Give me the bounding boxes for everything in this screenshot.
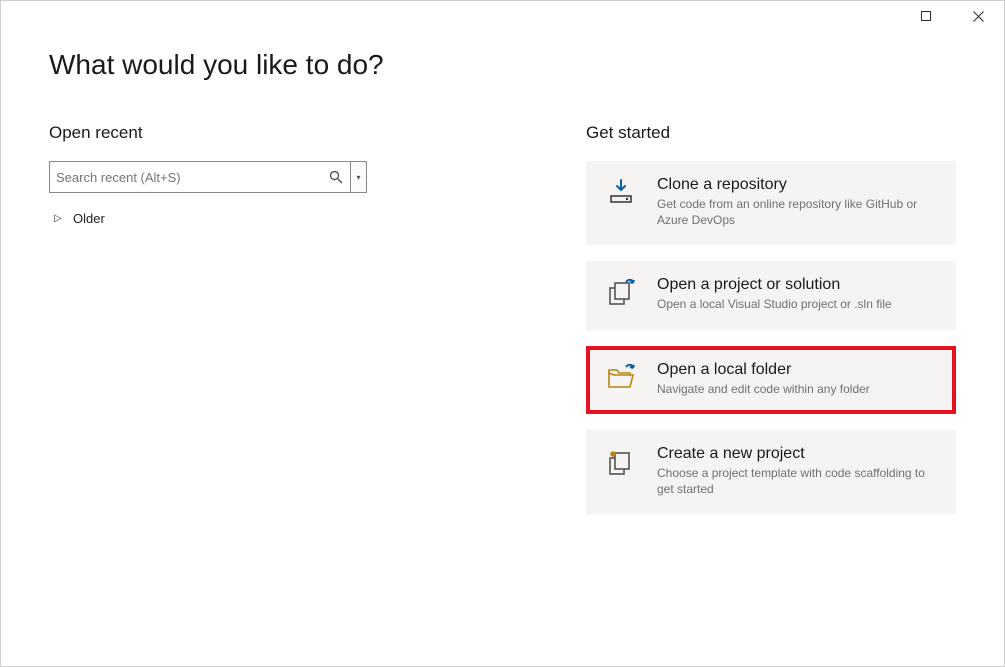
card-title: Create a new project (657, 445, 939, 463)
card-desc: Get code from an online repository like … (657, 196, 939, 228)
card-desc: Open a local Visual Studio project or .s… (657, 296, 939, 312)
chevron-down-icon: ▾ (356, 173, 360, 182)
project-icon (603, 276, 639, 312)
card-title: Open a project or solution (657, 276, 939, 294)
card-open-local-folder[interactable]: Open a local folder Navigate and edit co… (586, 346, 956, 414)
page-title: What would you like to do? (49, 49, 956, 81)
older-group[interactable]: ▷ Older (49, 207, 516, 230)
card-create-new-project[interactable]: Create a new project Choose a project te… (586, 430, 956, 514)
close-button[interactable] (958, 2, 998, 30)
card-clone-repository[interactable]: Clone a repository Get code from an onli… (586, 161, 956, 245)
search-icon (328, 169, 344, 185)
caret-right-icon: ▷ (53, 213, 63, 224)
search-input[interactable] (56, 170, 328, 185)
get-started-heading: Get started (586, 123, 956, 143)
card-desc: Navigate and edit code within any folder (657, 381, 939, 397)
new-project-icon (603, 445, 639, 497)
older-label: Older (73, 211, 105, 226)
maximize-button[interactable] (906, 2, 946, 30)
card-title: Open a local folder (657, 361, 939, 379)
search-dropdown-button[interactable]: ▾ (351, 161, 367, 193)
card-desc: Choose a project template with code scaf… (657, 465, 939, 497)
search-recent-box[interactable] (49, 161, 351, 193)
card-title: Clone a repository (657, 176, 939, 194)
card-open-project[interactable]: Open a project or solution Open a local … (586, 261, 956, 329)
window-titlebar (1, 1, 1004, 31)
open-recent-heading: Open recent (49, 123, 516, 143)
clone-icon (603, 176, 639, 228)
folder-icon (603, 361, 639, 397)
